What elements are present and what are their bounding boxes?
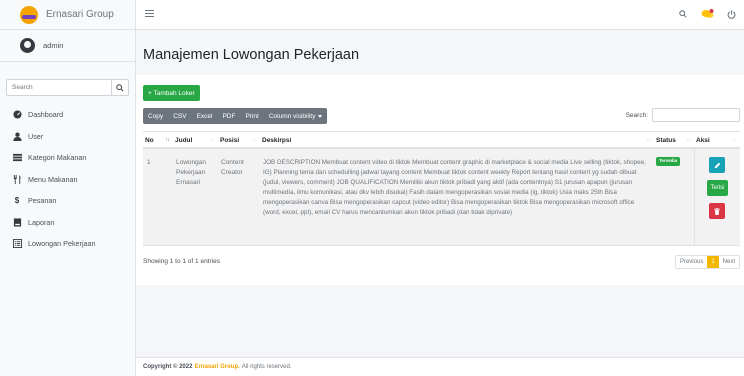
csv-button[interactable]: CSV <box>168 108 191 124</box>
page-1-button[interactable]: 1 <box>707 256 719 268</box>
column-header-judul[interactable]: Judul ↑↓ <box>173 132 218 148</box>
terisi-button[interactable]: Terisi <box>707 180 728 196</box>
brand-link[interactable]: Ernasari Group <box>0 0 135 30</box>
column-header-label: Aksi <box>696 136 710 144</box>
column-header-aksi[interactable]: Aksi ↑↓ <box>694 132 740 148</box>
column-divider <box>694 149 695 246</box>
excel-button[interactable]: Excel <box>192 108 218 124</box>
sidebar-item-label: Lowongan Pekerjaan <box>28 239 96 249</box>
sort-icon: ↑↓ <box>210 137 215 143</box>
cell-posisi: Content Creator <box>221 159 244 176</box>
footer: Copyright © 2022 Ernasari Group. All rig… <box>136 357 744 376</box>
column-header-posisi[interactable]: Posisi ↑↓ <box>218 132 260 148</box>
topbar <box>136 0 744 30</box>
sidebar-item-menu-makanan[interactable]: Menu Makanan <box>0 169 135 191</box>
column-header-status[interactable]: Status ↑↓ <box>654 132 694 148</box>
export-button-group: Copy CSV Excel PDF Print Column visibili… <box>143 108 328 124</box>
search-icon[interactable] <box>676 7 690 21</box>
table-info: Showing 1 to 1 of 1 entries <box>143 258 220 265</box>
sidebar-item-dashboard[interactable]: Dashboard <box>0 104 135 126</box>
table-search-input[interactable] <box>652 108 740 122</box>
sort-icon: ↑↓ <box>646 137 651 143</box>
footer-copyright: Copyright © 2022 <box>143 364 193 370</box>
column-header-no[interactable]: No ↑↓ <box>143 132 173 148</box>
caret-down-icon <box>318 114 323 118</box>
list-alt-icon <box>12 239 22 249</box>
sidebar-item-pesanan[interactable]: $ Pesanan <box>0 190 135 212</box>
content-card: + Tambah Loker Copy CSV Excel PDF Print … <box>136 75 744 285</box>
sidebar-item-lowongan-pekerjaan[interactable]: Lowongan Pekerjaan <box>0 233 135 255</box>
cell-judul: Lowongan Pekerjaan Ernasari <box>176 159 206 186</box>
sidebar-menu: Dashboard User Kategori Makanan Menu Mak… <box>0 104 135 255</box>
copy-button[interactable]: Copy <box>143 108 168 124</box>
utensils-icon <box>12 174 22 184</box>
previous-page-button[interactable]: Previous <box>676 256 707 268</box>
sidebar-item-label: Dashboard <box>28 110 64 120</box>
footer-rights: All rights reserved. <box>241 364 292 370</box>
search-icon <box>116 83 124 92</box>
sort-icon: ↑↓ <box>732 137 737 143</box>
pagination: Previous 1 Next <box>674 255 740 269</box>
sort-icon: ↑↓ <box>686 137 691 143</box>
page-title: Manajemen Lowongan Pekerjaan <box>143 47 360 63</box>
column-header-label: Judul <box>175 136 193 144</box>
column-visibility-button[interactable]: Column visibility <box>264 108 328 124</box>
sidebar-item-label: Laporan <box>28 217 55 227</box>
topbar-icons <box>676 7 738 21</box>
table-header: No ↑↓ Judul ↑↓ Posisi ↑↓ Deskirpsi ↑↓ Status… <box>143 131 740 149</box>
hamburger-menu-icon[interactable] <box>145 9 154 18</box>
print-button[interactable]: Print <box>240 108 263 124</box>
pencil-icon <box>714 162 720 168</box>
table-search-label: Search: <box>625 111 648 119</box>
next-page-button[interactable]: Next <box>719 256 739 268</box>
sort-icon: ↑↓ <box>165 137 170 143</box>
cell-deskripsi: JOB DESCRIPTION Membuat content video di… <box>263 159 646 216</box>
sidebar-search-button[interactable] <box>111 80 128 95</box>
column-header-deskripsi[interactable]: Deskirpsi ↑↓ <box>260 132 654 148</box>
user-icon <box>12 132 22 141</box>
user-panel[interactable]: admin <box>0 30 135 62</box>
dollar-icon: $ <box>14 196 20 206</box>
trash-icon <box>714 207 720 215</box>
column-header-label: Posisi <box>220 136 240 144</box>
sidebar-item-laporan[interactable]: Laporan <box>0 212 135 234</box>
edit-button[interactable] <box>709 157 725 173</box>
cell-no: 1 <box>147 159 151 166</box>
power-icon[interactable] <box>724 7 738 21</box>
column-header-label: No <box>145 136 154 144</box>
book-icon <box>12 218 22 227</box>
comments-icon[interactable] <box>700 7 714 21</box>
sidebar-item-label: Kategori Makanan <box>28 153 87 163</box>
brand-name: Ernasari Group <box>46 9 114 20</box>
column-visibility-label: Column visibility <box>268 112 316 120</box>
column-header-label: Deskirpsi <box>262 136 292 144</box>
sidebar-search-input[interactable] <box>7 80 111 95</box>
delete-button[interactable] <box>709 203 725 219</box>
cell-status: Tersedia <box>656 156 681 166</box>
tachometer-icon <box>12 110 22 119</box>
table-row: 1 Lowongan Pekerjaan Ernasari Content Cr… <box>143 149 740 246</box>
sort-icon: ↑↓ <box>252 137 257 143</box>
sidebar: Ernasari Group admin Dashboard User Kate… <box>0 0 136 376</box>
list-icon <box>12 153 22 162</box>
sidebar-item-label: Pesanan <box>28 196 57 206</box>
column-header-label: Status <box>656 136 676 144</box>
brand-logo-icon <box>20 5 38 24</box>
user-name: admin <box>43 41 64 50</box>
sidebar-search <box>6 79 129 96</box>
sidebar-item-label: User <box>28 131 44 141</box>
status-badge: Tersedia <box>656 156 681 166</box>
sidebar-item-label: Menu Makanan <box>28 174 78 184</box>
table-search: Search: <box>626 108 740 122</box>
pdf-button[interactable]: PDF <box>217 108 240 124</box>
footer-brand-link[interactable]: Ernasari Group. <box>194 364 239 370</box>
user-avatar-icon <box>20 38 35 53</box>
add-loker-button[interactable]: + Tambah Loker <box>143 85 200 101</box>
sidebar-item-user[interactable]: User <box>0 126 135 148</box>
sidebar-item-kategori-makanan[interactable]: Kategori Makanan <box>0 147 135 169</box>
